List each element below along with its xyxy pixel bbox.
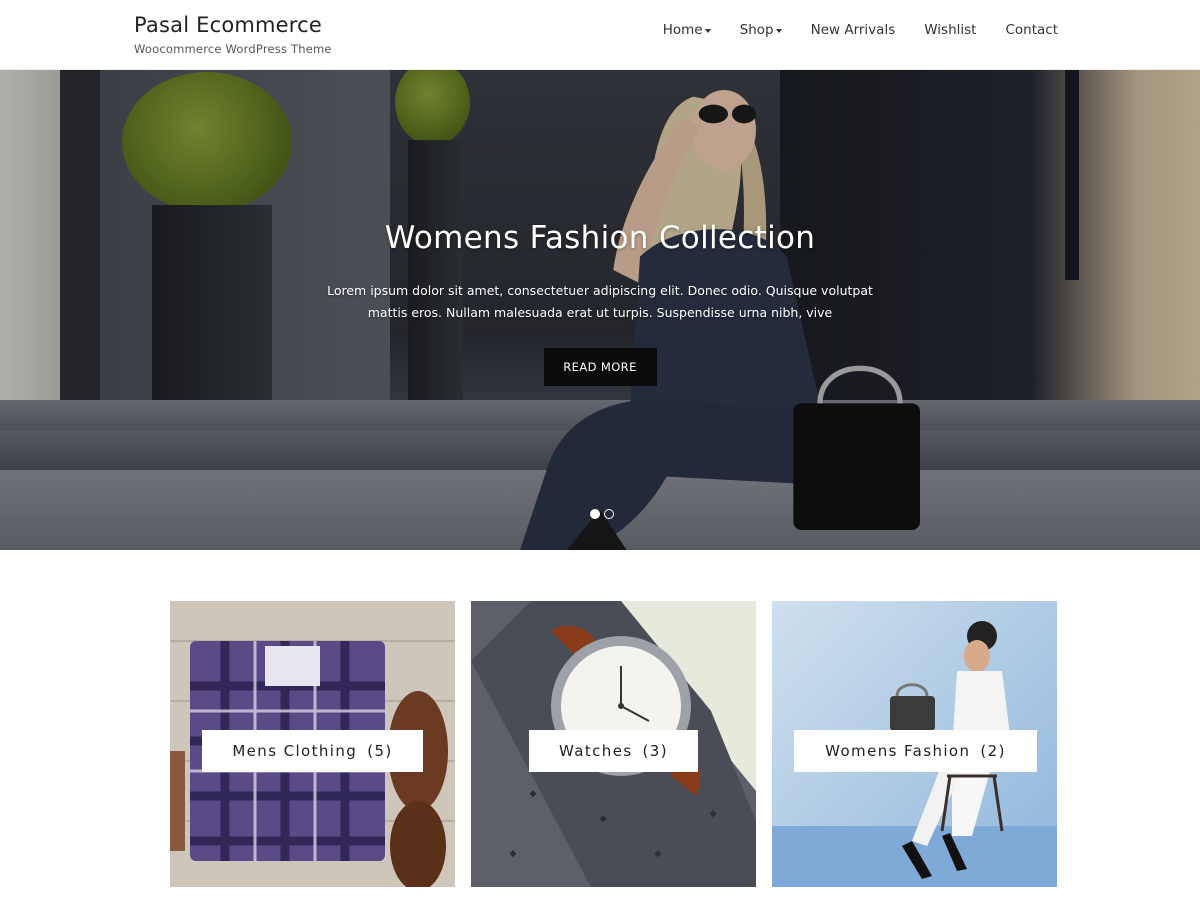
category-label: Womens Fashion (2) — [794, 730, 1037, 772]
category-label: Watches (3) — [529, 730, 698, 772]
nav-item-label: New Arrivals — [810, 22, 896, 38]
read-more-button[interactable]: READ MORE — [543, 348, 657, 386]
nav-item-wishlist[interactable]: Wishlist — [924, 22, 976, 38]
category-grid: Mens Clothing (5) Watches (3) Womens Fas… — [170, 601, 1058, 887]
hero-caption: Womens Fashion Collection Lorem ipsum do… — [0, 220, 1200, 386]
nav-item-label: Shop — [739, 22, 774, 38]
category-name: Mens Clothing — [232, 742, 358, 760]
nav-item-label: Wishlist — [924, 22, 977, 38]
site-branding: Pasal Ecommerce Woocommerce WordPress Th… — [134, 13, 332, 56]
category-name: Womens Fashion — [825, 742, 971, 760]
category-card-watches[interactable]: Watches (3) — [471, 601, 756, 887]
hero-description: Lorem ipsum dolor sit amet, consectetuer… — [327, 283, 873, 320]
category-count: (5) — [367, 742, 393, 760]
nav-item-new-arrivals[interactable]: New Arrivals — [811, 22, 896, 38]
nav-item-home[interactable]: Home — [663, 22, 711, 38]
main-navigation: Home Shop New Arrivals Wishlist Contact — [663, 22, 1058, 38]
site-tagline: Woocommerce WordPress Theme — [134, 42, 332, 56]
hero-title: Womens Fashion Collection — [384, 220, 816, 256]
category-count: (2) — [980, 742, 1006, 760]
slider-dot-1[interactable] — [590, 509, 600, 519]
category-name: Watches — [559, 742, 633, 760]
caret-down-icon — [775, 28, 782, 33]
caret-down-icon — [704, 28, 711, 33]
nav-item-shop[interactable]: Shop — [740, 22, 782, 38]
category-count: (3) — [642, 742, 668, 760]
hero-slider: Womens Fashion Collection Lorem ipsum do… — [0, 70, 1200, 550]
category-label: Mens Clothing (5) — [202, 730, 423, 772]
nav-item-label: Home — [662, 22, 703, 38]
slider-pagination — [590, 509, 614, 519]
category-card-mens-clothing[interactable]: Mens Clothing (5) — [170, 601, 455, 887]
slider-dot-2[interactable] — [604, 509, 614, 519]
category-card-womens-fashion[interactable]: Womens Fashion (2) — [772, 601, 1057, 887]
nav-item-contact[interactable]: Contact — [1005, 22, 1058, 38]
site-title[interactable]: Pasal Ecommerce — [134, 13, 332, 37]
nav-item-label: Contact — [1005, 22, 1058, 38]
site-header: Pasal Ecommerce Woocommerce WordPress Th… — [0, 0, 1200, 70]
